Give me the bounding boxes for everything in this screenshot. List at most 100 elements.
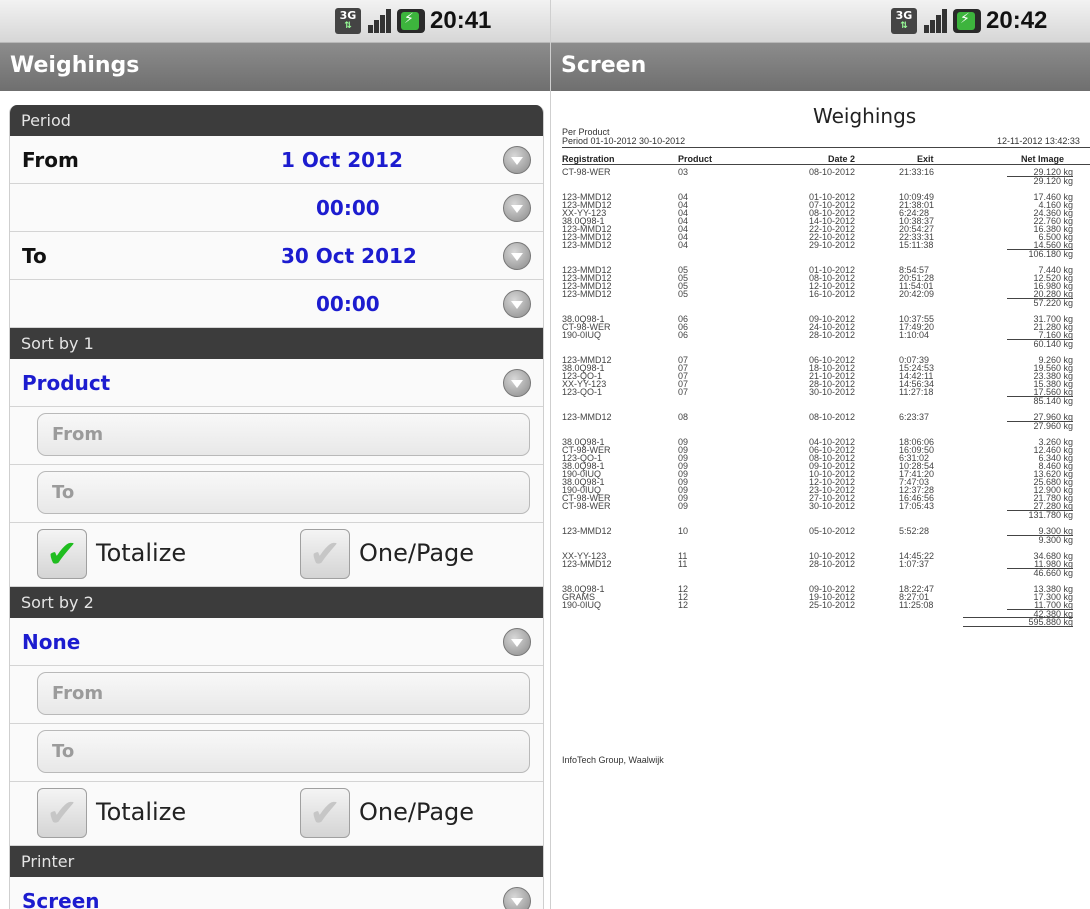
report-cell: 16-10-2012 xyxy=(809,289,856,299)
report-cell: 123-MMD12 xyxy=(562,412,612,422)
report-cell: 28-10-2012 xyxy=(809,330,856,340)
sort-by-2-from-input[interactable]: From xyxy=(37,672,530,715)
sort-by-1-value[interactable]: Product xyxy=(22,371,232,395)
sort-by-2-to-input[interactable]: To xyxy=(37,730,530,773)
report-cell: 07 xyxy=(678,387,689,397)
printer-value[interactable]: Screen xyxy=(22,889,232,909)
report-cell: 09 xyxy=(678,501,689,511)
report-subtotal-row: 85.140 kg xyxy=(551,396,1090,406)
sort-by-2-select-row[interactable]: None xyxy=(10,618,543,666)
to-label: To xyxy=(22,244,47,268)
report-subtotal-row: 46.660 kg xyxy=(551,568,1090,578)
sort-by-1-options-row: ✔ Totalize ✔ One/Page xyxy=(10,523,543,587)
report-cell: CT-98-WER xyxy=(562,167,611,177)
report-cell: 17:05:43 xyxy=(899,501,935,511)
3g-icon: 3G ⇅ xyxy=(891,8,917,34)
report-row: 123-MMD12 08 08-10-2012 6:23:37 27.960 kg xyxy=(551,412,1090,422)
status-bar: 3G⇅ 20:41 xyxy=(0,0,551,43)
sort-by-1-to-input[interactable]: To xyxy=(37,471,530,514)
report-cell: 10 xyxy=(678,526,689,536)
from-time-value[interactable]: 00:00 xyxy=(316,196,526,220)
report-subtotal-row: 29.120 kg xyxy=(551,176,1090,186)
from-label: From xyxy=(22,148,79,172)
report-cell: 5:52:28 xyxy=(899,526,930,536)
report-document[interactable]: Weighings Per Product Period 01-10-2012 … xyxy=(551,91,1090,909)
sort-by-1-select-row[interactable]: Product xyxy=(10,359,543,407)
app-title: Weighings xyxy=(0,43,551,91)
col-net: Net Image xyxy=(1021,154,1065,164)
sort-by-2-header: Sort by 2 xyxy=(10,587,543,618)
report-subtotal-row: 57.220 kg xyxy=(551,298,1090,308)
period-from-time-row: 00:00 xyxy=(10,184,543,232)
report-cell: 14.560 kg xyxy=(1033,240,1073,250)
period-to-date-row: To 30 Oct 2012 xyxy=(10,232,543,280)
report-cell: 11 xyxy=(678,559,688,569)
report-cell: 1:10:04 xyxy=(899,330,930,340)
report-cell: 123-QO-1 xyxy=(562,387,603,397)
clock: 20:41 xyxy=(430,7,492,34)
report-subtotal-row: 27.960 kg xyxy=(551,421,1090,431)
report-cell: 6:23:37 xyxy=(899,412,930,422)
report-cell: 11:25:08 xyxy=(899,600,934,610)
report-cell: 190-0IUQ xyxy=(562,600,602,610)
period-from-date-row: From 1 Oct 2012 xyxy=(10,136,543,184)
sort-by-2-options-row: ✔ Totalize ✔ One/Page xyxy=(10,782,543,846)
sort-by-1-totalize-label: Totalize xyxy=(96,539,187,567)
report-columns-rule xyxy=(562,164,1090,165)
to-date-value[interactable]: 30 Oct 2012 xyxy=(281,244,491,268)
report-row: 123-MMD12 05 16-10-2012 20:42:09 20.280 kg xyxy=(551,289,1090,299)
report-subtotal-row: 106.180 kg xyxy=(551,249,1090,259)
sort-by-2-to-row: To xyxy=(10,724,543,782)
report-cell: 04 xyxy=(678,240,689,250)
signal-icon xyxy=(922,8,948,34)
report-cell: 29-10-2012 xyxy=(809,240,856,250)
report-cell: 1:07:37 xyxy=(899,559,930,569)
report-cell: 123-MMD12 xyxy=(562,559,612,569)
report-body: CT-98-WER 03 08-10-2012 21:33:16 29.120 kg 29… xyxy=(551,167,1090,627)
sort-by-1-totalize-checkbox[interactable]: ✔ xyxy=(37,529,87,579)
report-cell: 9.300 kg xyxy=(1038,526,1073,536)
col-exit: Exit xyxy=(917,154,934,164)
to-time-value[interactable]: 00:00 xyxy=(316,292,526,316)
3g-icon: 3G ⇅ xyxy=(335,8,361,34)
printer-header: Printer xyxy=(10,846,543,877)
from-date-dropdown-icon[interactable] xyxy=(503,146,531,174)
sort-by-2-onepage-label: One/Page xyxy=(359,798,475,826)
report-cell: 08-10-2012 xyxy=(809,412,856,422)
sort-by-1-from-input[interactable]: From xyxy=(37,413,530,456)
printer-select-row[interactable]: Screen xyxy=(10,877,543,909)
report-subtotal-row: 9.300 kg xyxy=(551,535,1090,545)
report-row: 123-MMD12 04 29-10-2012 15:11:38 14.560 kg xyxy=(551,240,1090,250)
report-cell: 08-10-2012 xyxy=(809,167,856,177)
sort-by-1-dropdown-icon[interactable] xyxy=(503,369,531,397)
report-grand-total: 595.880 kg xyxy=(963,617,1073,627)
network-type: 3G xyxy=(339,9,357,22)
col-date: Date 2 xyxy=(828,154,856,164)
to-date-dropdown-icon[interactable] xyxy=(503,242,531,270)
sort-by-2-totalize-checkbox[interactable]: ✔ xyxy=(37,788,87,838)
report-cell: 123-MMD12 xyxy=(562,289,612,299)
network-type: 3G xyxy=(895,9,913,22)
printer-dropdown-icon[interactable] xyxy=(503,887,531,909)
to-time-dropdown-icon[interactable] xyxy=(503,290,531,318)
sort-by-2-onepage-checkbox[interactable]: ✔ xyxy=(300,788,350,838)
report-cell: 06 xyxy=(678,330,689,340)
report-cell: 08 xyxy=(678,412,689,422)
report-row: 190-0IUQ 06 28-10-2012 1:10:04 7.160 kg xyxy=(551,330,1090,340)
report-cell: 30-10-2012 xyxy=(809,387,856,397)
app-title: Screen xyxy=(551,43,1090,91)
from-date-value[interactable]: 1 Oct 2012 xyxy=(281,148,491,172)
sort-by-2-value[interactable]: None xyxy=(22,630,232,654)
report-cell: 21:33:16 xyxy=(899,167,935,177)
report-header-rule xyxy=(562,147,1090,148)
report-row: CT-98-WER 03 08-10-2012 21:33:16 29.120 kg xyxy=(551,167,1090,177)
report-row: 190-0IUQ 12 25-10-2012 11:25:08 11.700 kg xyxy=(551,600,1090,610)
report-cell: 20:42:09 xyxy=(899,289,935,299)
sort-by-2-dropdown-icon[interactable] xyxy=(503,628,531,656)
sort-by-1-header: Sort by 1 xyxy=(10,328,543,359)
clock: 20:42 xyxy=(986,7,1048,34)
from-time-dropdown-icon[interactable] xyxy=(503,194,531,222)
sort-by-1-onepage-checkbox[interactable]: ✔ xyxy=(300,529,350,579)
period-to-time-row: 00:00 xyxy=(10,280,543,328)
report-cell: 190-0IUQ xyxy=(562,330,602,340)
